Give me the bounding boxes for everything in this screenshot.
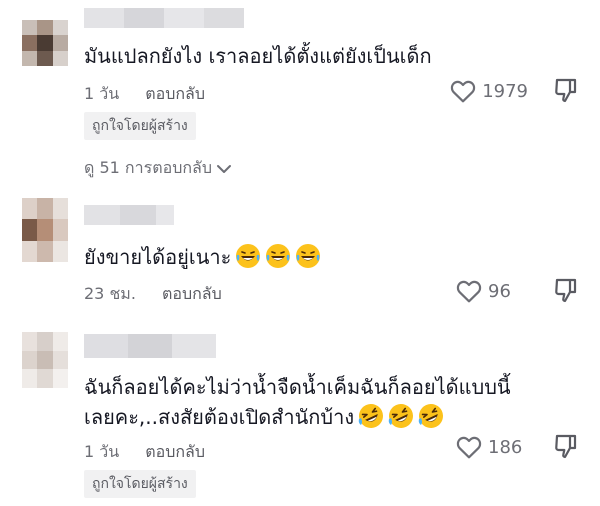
heart-icon[interactable] <box>456 279 482 303</box>
grinning-sweat-emoji <box>266 244 291 268</box>
comment-time: 1 วัน <box>84 84 120 103</box>
grinning-sweat-emoji <box>296 244 321 268</box>
comment-meta: 23 ชม. ตอบกลับ <box>84 282 222 307</box>
thumbs-down-icon[interactable] <box>554 78 578 104</box>
avatar[interactable] <box>22 20 68 66</box>
liked-by-creator-badge: ถูกใจโดยผู้สร้าง <box>84 112 196 140</box>
comment-text: ฉันก็ลอยได้คะไม่ว่าน้ำจืดน้ำเค็มฉันก็ลอย… <box>84 372 580 432</box>
like-count: 96 <box>488 280 511 302</box>
rolling-laughing-emoji <box>388 404 414 428</box>
comment-actions: 1979 <box>450 78 578 104</box>
view-replies-button[interactable]: ดู 51 การตอบกลับ <box>84 156 232 181</box>
comment-text: มันแปลกยังไง เราลอยได้ตั้งแต่ยังเป็นเด็ก <box>84 44 432 68</box>
avatar[interactable] <box>22 332 68 388</box>
comment-time: 23 ชม. <box>84 284 136 303</box>
username-blurred[interactable] <box>84 334 216 358</box>
rolling-laughing-emoji <box>358 404 384 428</box>
heart-icon[interactable] <box>456 435 482 459</box>
thumbs-down-icon[interactable] <box>554 278 578 304</box>
liked-by-creator-badge: ถูกใจโดยผู้สร้าง <box>84 470 196 498</box>
comment-actions: 96 <box>456 278 578 304</box>
like-count: 186 <box>488 436 523 458</box>
comment-text-line-1: ฉันก็ลอยได้คะไม่ว่าน้ำจืดน้ำเค็มฉันก็ลอย… <box>84 375 511 399</box>
reply-button[interactable]: ตอบกลับ <box>145 440 205 465</box>
comment-actions: 186 <box>456 434 578 460</box>
comment-meta: 1 วัน ตอบกลับ <box>84 440 205 465</box>
thumbs-down-icon[interactable] <box>554 434 578 460</box>
heart-icon[interactable] <box>450 79 476 103</box>
reply-button[interactable]: ตอบกลับ <box>145 82 205 107</box>
rolling-laughing-emoji <box>418 404 444 428</box>
comment-meta: 1 วัน ตอบกลับ <box>84 82 205 107</box>
username-blurred[interactable] <box>84 8 244 28</box>
comment-time: 1 วัน <box>84 442 120 461</box>
like-count: 1979 <box>482 80 528 102</box>
view-replies-label: ดู 51 การตอบกลับ <box>84 158 212 177</box>
chevron-down-icon <box>217 164 231 173</box>
grinning-sweat-emoji <box>236 244 261 268</box>
comment-text-line-2: เลยคะ,..สงสัยต้องเปิดสำนักบ้าง <box>84 402 580 432</box>
comment-text: ยังขายได้อยู่เนาะ <box>84 242 580 272</box>
reply-button[interactable]: ตอบกลับ <box>162 282 222 307</box>
username-blurred[interactable] <box>84 205 174 225</box>
avatar[interactable] <box>22 198 68 262</box>
